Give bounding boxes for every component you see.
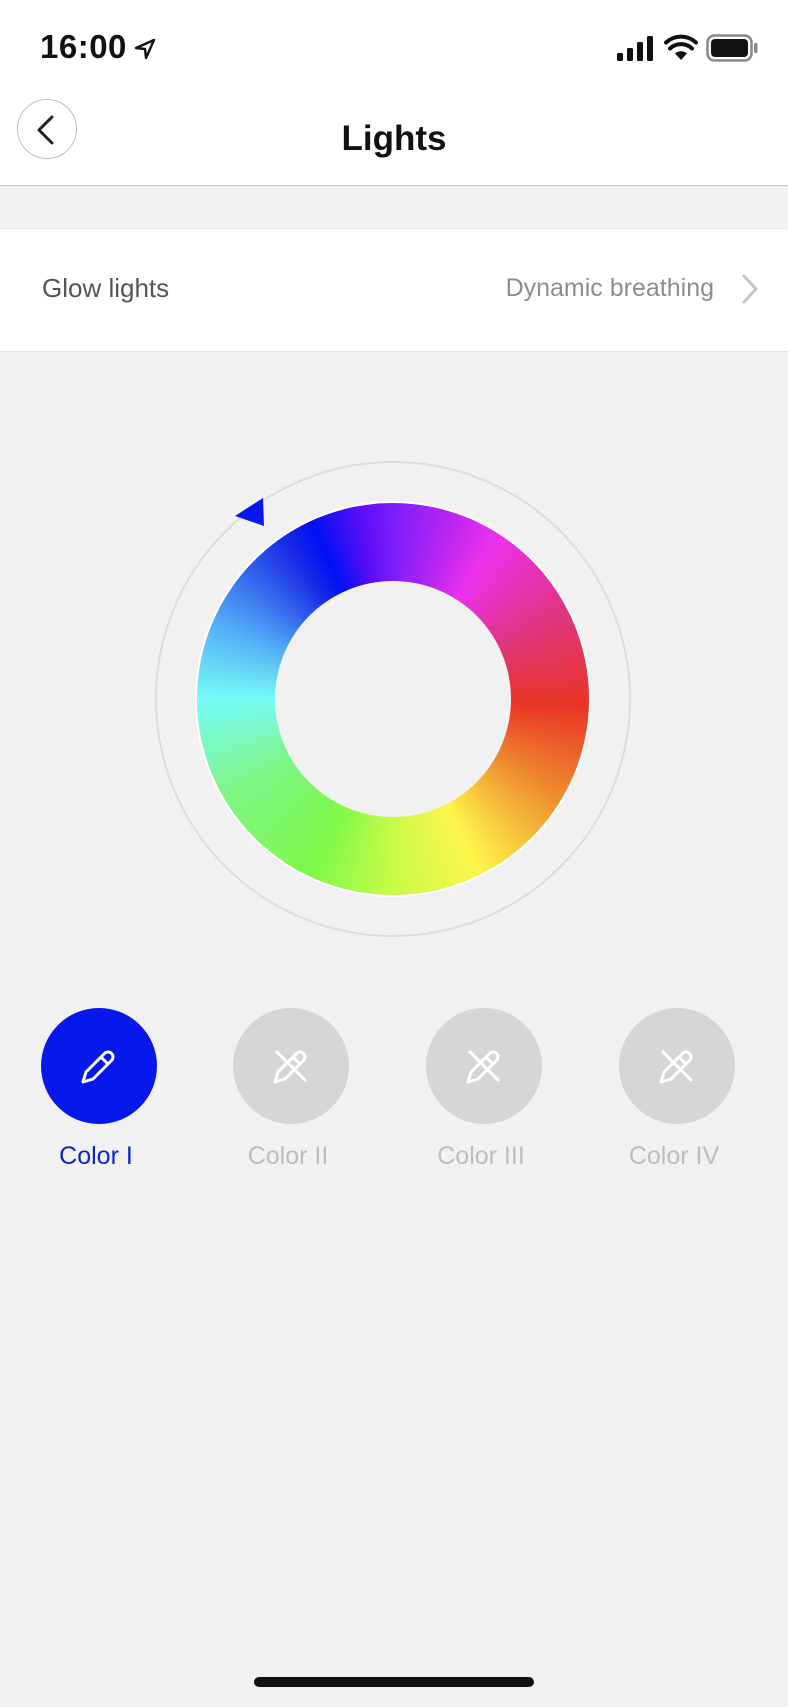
hue-selector-pointer[interactable] <box>233 496 267 528</box>
location-arrow-icon <box>134 38 156 60</box>
glow-lights-row[interactable]: Glow lights Dynamic breathing <box>0 228 788 352</box>
glow-lights-label: Glow lights <box>42 273 170 303</box>
swatch-color-2-button[interactable] <box>233 1008 349 1124</box>
page-title: Lights <box>341 119 447 158</box>
status-time: 16:00 <box>40 28 127 65</box>
swatch-color-4[interactable]: Color IV <box>578 1008 770 1178</box>
home-indicator[interactable] <box>254 1677 534 1687</box>
nav-bar: Lights <box>0 95 788 186</box>
swatch-color-1-label: Color I <box>59 1142 133 1170</box>
wheel-center <box>275 581 511 817</box>
cellular-signal-icon <box>617 36 653 61</box>
eyedropper-disabled-icon <box>659 1050 693 1084</box>
glow-lights-value: Dynamic breathing <box>505 274 714 302</box>
swatch-color-1-button[interactable] <box>41 1008 157 1124</box>
swatch-color-1[interactable]: Color I <box>0 1008 192 1178</box>
eyedropper-disabled-icon <box>273 1050 307 1084</box>
swatch-color-3[interactable]: Color III <box>385 1008 577 1178</box>
wifi-icon <box>664 34 698 60</box>
swatch-color-2[interactable]: Color II <box>192 1008 384 1178</box>
color-wheel[interactable] <box>155 461 635 941</box>
eyedropper-disabled-icon <box>466 1050 500 1084</box>
swatch-color-3-button[interactable] <box>426 1008 542 1124</box>
chevron-right-icon <box>742 274 758 304</box>
status-bar: 16:00 <box>0 0 788 95</box>
swatch-color-3-label: Color III <box>437 1142 525 1170</box>
battery-icon <box>706 34 758 62</box>
swatch-color-2-label: Color II <box>247 1142 329 1170</box>
color-swatches: Color I Color II Color III Color IV <box>0 1008 788 1178</box>
swatch-color-4-button[interactable] <box>619 1008 735 1124</box>
eyedropper-icon <box>81 1050 115 1084</box>
swatch-color-4-label: Color IV <box>628 1142 720 1170</box>
